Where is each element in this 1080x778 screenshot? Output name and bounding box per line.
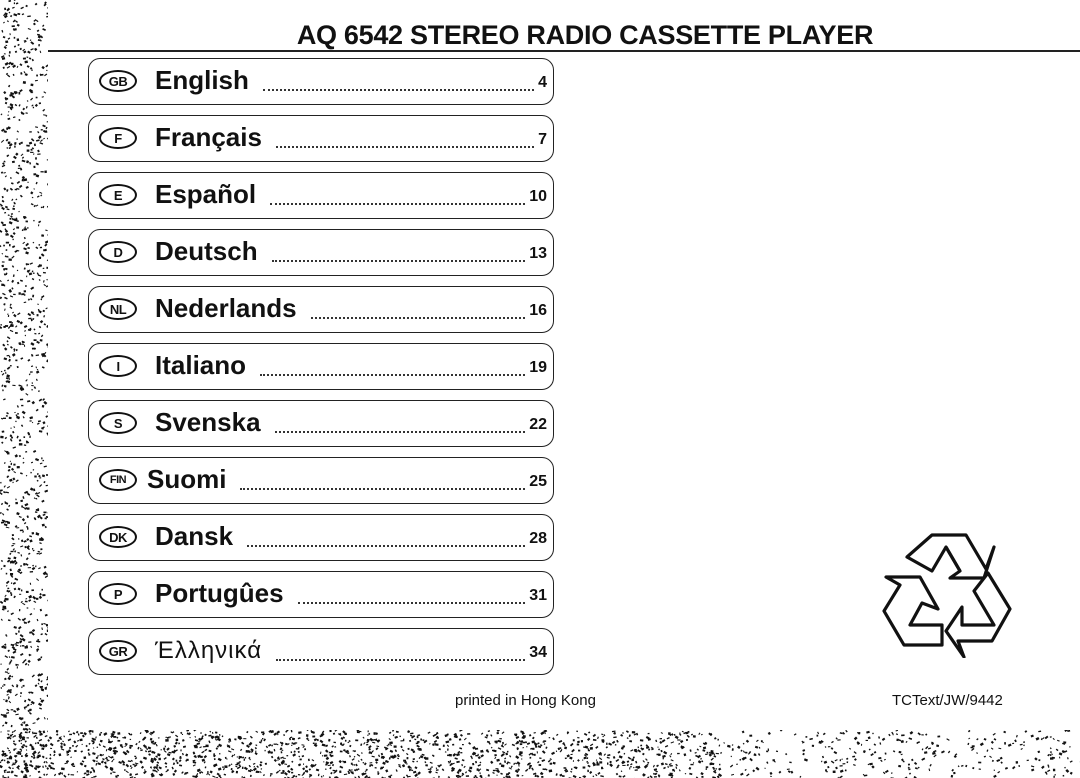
language-name: Français: [155, 122, 262, 152]
dot-leader: [247, 545, 525, 547]
dot-leader: [298, 602, 525, 604]
dot-leader: [311, 317, 525, 319]
toc-entry-gr[interactable]: GR Έλληνικά 34: [88, 628, 554, 675]
toc-entry-nl[interactable]: NL Nederlands 16: [88, 286, 554, 333]
dot-leader: [263, 89, 534, 91]
country-code-badge: P: [99, 583, 137, 605]
recycle-icon: [882, 533, 1012, 658]
toc-entry-e[interactable]: E Español 10: [88, 172, 554, 219]
country-code-badge: I: [99, 355, 137, 377]
printed-in-label: printed in Hong Kong: [455, 692, 596, 709]
dot-leader: [270, 203, 525, 205]
toc-entry-d[interactable]: D Deutsch 13: [88, 229, 554, 276]
country-code-badge: S: [99, 412, 137, 434]
scan-noise-left: [0, 0, 48, 778]
page-number: 25: [529, 473, 547, 490]
toc-entry-dk[interactable]: DK Dansk 28: [88, 514, 554, 561]
country-code-badge: GB: [99, 70, 137, 92]
country-code-badge: E: [99, 184, 137, 206]
dot-leader: [272, 260, 525, 262]
dot-leader: [275, 431, 525, 433]
toc-entry-gb[interactable]: GB English 4: [88, 58, 554, 105]
country-code-badge: F: [99, 127, 137, 149]
toc-entry-f[interactable]: F Français 7: [88, 115, 554, 162]
language-name: Dansk: [155, 521, 234, 551]
dot-leader: [240, 488, 525, 490]
language-name: Nederlands: [155, 293, 297, 323]
language-name: Svenska: [155, 407, 261, 437]
country-code-badge: DK: [99, 526, 137, 548]
toc-entry-fin[interactable]: FIN Suomi 25: [88, 457, 554, 504]
dot-leader: [276, 659, 525, 661]
page-number: 19: [529, 359, 547, 376]
toc-entry-p[interactable]: P Portugûes 31: [88, 571, 554, 618]
language-name: Español: [155, 179, 257, 209]
language-name: Έλληνικά: [155, 637, 263, 664]
country-code-badge: NL: [99, 298, 137, 320]
language-name: Deutsch: [155, 236, 258, 266]
country-code-badge: GR: [99, 640, 137, 662]
document-code: TCText/JW/9442: [892, 692, 1003, 709]
language-name: Portugûes: [155, 578, 284, 608]
page-number: 22: [529, 416, 547, 433]
language-name: English: [155, 65, 249, 95]
country-code-badge: FIN: [99, 469, 137, 491]
page-number: 31: [529, 587, 547, 604]
page-number: 34: [529, 644, 547, 661]
country-code-badge: D: [99, 241, 137, 263]
scan-noise-bottom: [0, 730, 1080, 778]
page-number: 16: [529, 302, 547, 319]
dot-leader: [276, 146, 534, 148]
page-number: 7: [538, 131, 547, 148]
language-name: Italiano: [155, 350, 247, 380]
language-name: Suomi: [147, 464, 227, 494]
page-title: AQ 6542 STEREO RADIO CASSETTE PLAYER: [296, 20, 874, 50]
page-number: 4: [538, 74, 547, 91]
title-rule: [48, 50, 1080, 52]
page-number: 13: [529, 245, 547, 262]
toc-entry-s[interactable]: S Svenska 22: [88, 400, 554, 447]
dot-leader: [260, 374, 525, 376]
page-number: 10: [529, 188, 547, 205]
page-number: 28: [529, 530, 547, 547]
toc-entry-i[interactable]: I Italiano 19: [88, 343, 554, 390]
